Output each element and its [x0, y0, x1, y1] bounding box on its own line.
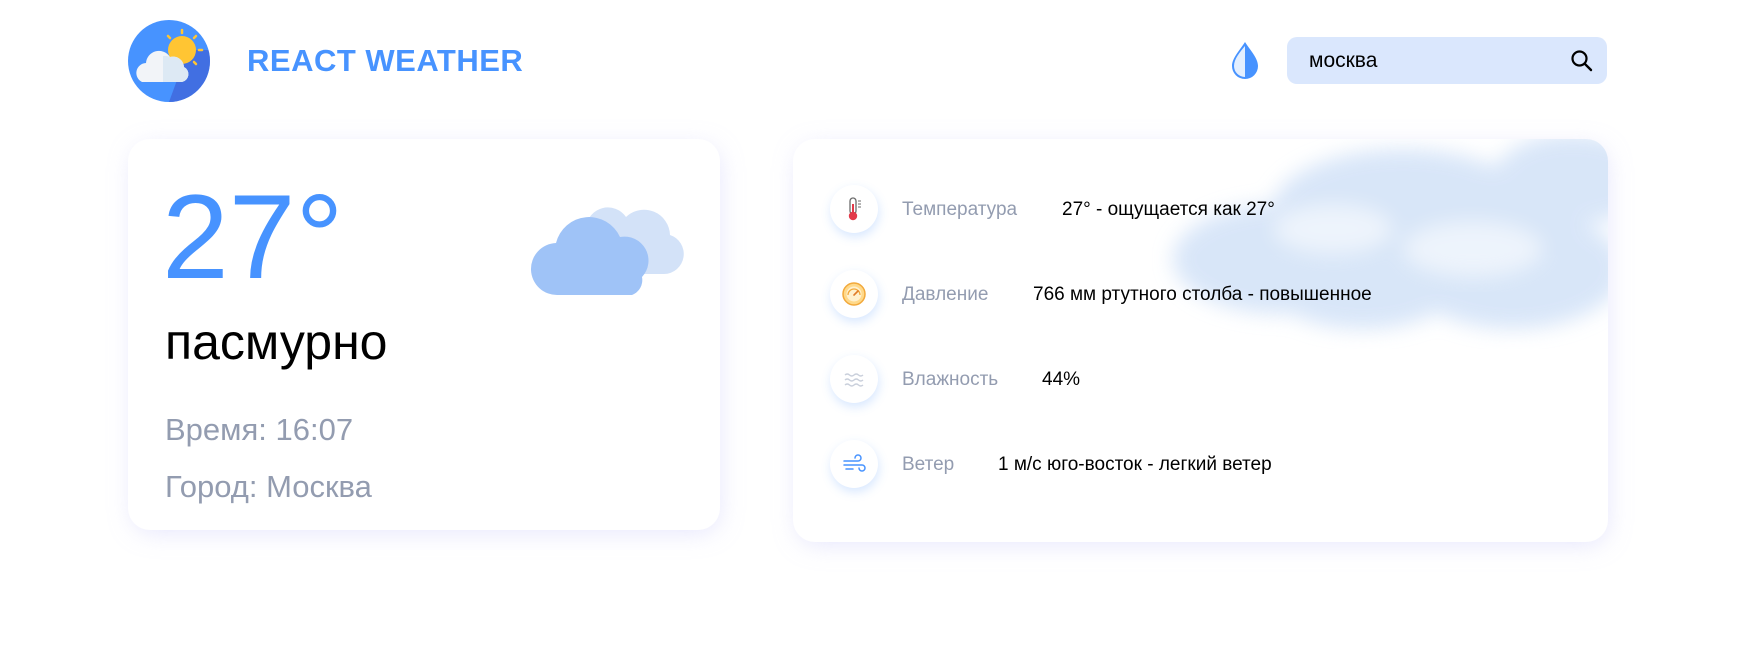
- thermometer-icon: [830, 185, 878, 233]
- humidity-icon: [830, 355, 878, 403]
- search-box: [1287, 37, 1607, 84]
- pressure-gauge-icon: [830, 270, 878, 318]
- current-city: Город: Москва: [165, 469, 372, 504]
- weather-details-card: Температура 27° - ощущается как 27° Давл…: [793, 139, 1608, 542]
- detail-row-wind: Ветер 1 м/с юго-восток - легкий ветер: [830, 440, 1590, 492]
- today-weather-card: 27° пасмурно Время: 16:07 Город: Москва: [128, 139, 720, 530]
- current-time: Время: 16:07: [165, 412, 354, 447]
- detail-row-temperature: Температура 27° - ощущается как 27°: [830, 185, 1590, 237]
- search-input[interactable]: [1309, 37, 1559, 84]
- detail-row-humidity: Влажность 44%: [830, 355, 1590, 407]
- current-temperature: 27°: [162, 170, 344, 304]
- weather-app: REACT WEATHER 27° пасмурно Время: 16:07 …: [0, 0, 1737, 653]
- wind-icon: [830, 440, 878, 488]
- detail-value: 766 мм ртутного столба - повышенное: [1033, 284, 1372, 305]
- detail-value: 44%: [1042, 369, 1081, 390]
- detail-label: Температура: [902, 199, 1018, 220]
- detail-label: Влажность: [902, 369, 999, 390]
- drop-icon[interactable]: [1228, 40, 1262, 80]
- app-title: REACT WEATHER: [247, 43, 524, 78]
- detail-label: Давление: [902, 284, 989, 305]
- cloud-icon: [528, 177, 688, 299]
- detail-value: 27° - ощущается как 27°: [1062, 199, 1275, 220]
- detail-value: 1 м/с юго-восток - легкий ветер: [998, 454, 1272, 475]
- detail-row-pressure: Давление 766 мм ртутного столба - повыше…: [830, 270, 1590, 322]
- search-icon[interactable]: [1570, 49, 1593, 72]
- weather-condition: пасмурно: [165, 314, 388, 370]
- detail-label: Ветер: [902, 454, 955, 475]
- sun-cloud-logo-icon: [128, 20, 210, 102]
